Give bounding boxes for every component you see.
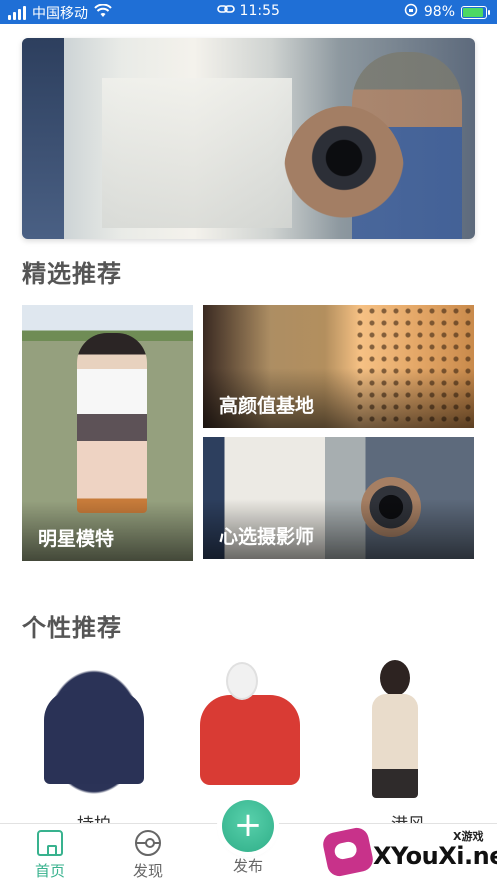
watermark: X游戏 XYouXi.net (320, 825, 497, 879)
product-card[interactable]: 持拍 (24, 650, 164, 835)
tab-home-label: 首页 (34, 862, 65, 880)
banner-house (102, 78, 292, 228)
tab-publish[interactable]: 发布 (208, 855, 288, 876)
tile-photographer[interactable]: 心选摄影师 (203, 437, 474, 559)
tile-star-model-image (77, 333, 147, 513)
banner-camera-icon (284, 106, 404, 236)
product-image-red-sweatshirt (178, 650, 318, 800)
featured-section-title: 精选推荐 (22, 260, 122, 288)
tab-discover-label: 发现 (132, 862, 163, 880)
tile-photographer-label: 心选摄影师 (219, 526, 315, 548)
publish-plus-button[interactable]: + (222, 800, 274, 852)
watermark-gamepad-logo (320, 825, 376, 879)
battery-fill (463, 7, 483, 17)
status-time: 11:55 (239, 3, 280, 19)
product-image-navy-sweater (24, 650, 164, 800)
watermark-site-text: XYouXi.net (373, 842, 497, 870)
tab-publish-label: 发布 (232, 857, 263, 875)
home-icon (37, 830, 63, 856)
orientation-lock-icon (404, 3, 418, 21)
status-right: 98% (404, 3, 490, 21)
tab-discover[interactable]: 发现 (108, 830, 188, 881)
personal-section-title: 个性推荐 (22, 614, 122, 642)
tile-star-model[interactable]: 明星模特 (22, 305, 193, 561)
banner-carousel[interactable] (22, 38, 475, 239)
status-bar: 中国移动 11:55 98% (0, 0, 497, 24)
banner-building (22, 38, 64, 239)
product-image-beige-cardigan (338, 650, 478, 800)
tile-studio-base[interactable]: 高颜值基地 (203, 305, 474, 428)
plus-icon: + (233, 805, 263, 845)
tab-home[interactable]: 首页 (10, 830, 90, 881)
tile-star-model-label: 明星模特 (38, 528, 115, 550)
battery-percent: 98% (423, 4, 455, 20)
battery-icon (461, 5, 490, 19)
tile-studio-base-label: 高颜值基地 (219, 395, 315, 417)
link-icon (217, 3, 235, 19)
product-card[interactable] (178, 650, 318, 818)
discover-icon (135, 830, 161, 856)
product-card[interactable]: 港风 (338, 650, 478, 835)
